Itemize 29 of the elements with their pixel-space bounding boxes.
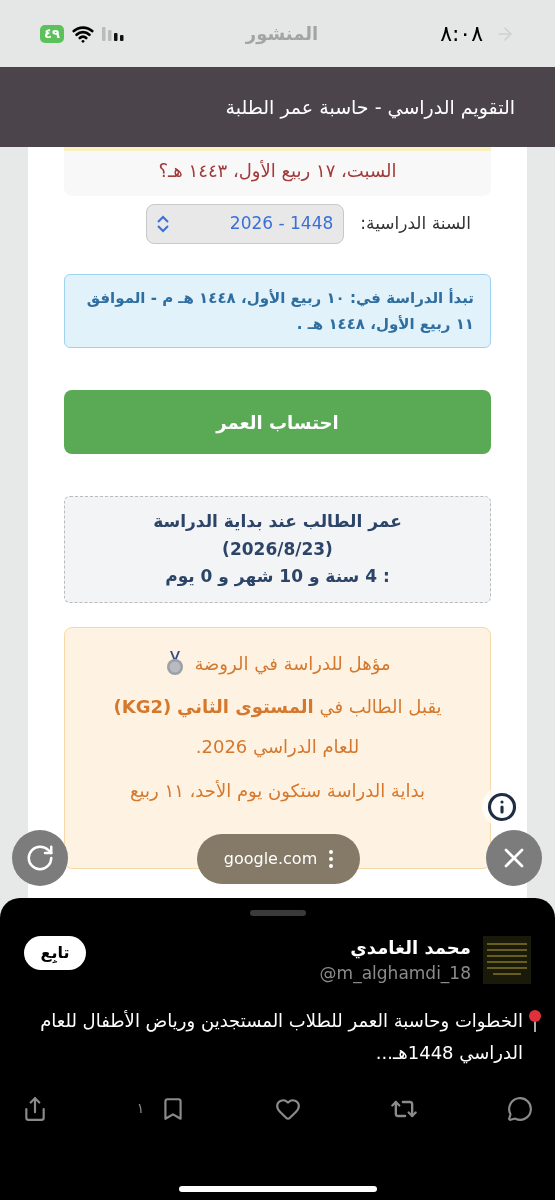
result-age: : 4 سنة و 10 شهر و 0 يوم: [165, 565, 390, 589]
follow-button[interactable]: تابِع: [24, 936, 86, 970]
bookmark-count: ١: [136, 1099, 145, 1118]
pin-icon: [527, 1008, 543, 1033]
share-icon[interactable]: [22, 1095, 48, 1122]
post-text: الخطوات وحاسبة العمر للطلاب المستجدين ورياض الأطفال للعام الدراسي 1448هـ...: [39, 1008, 523, 1066]
sheet-handle[interactable]: [249, 910, 306, 916]
year-select[interactable]: 2026 - 1448: [146, 204, 345, 244]
author-handle[interactable]: @m_alghamdi_18: [319, 961, 471, 987]
result-title: عمر الطالب عند بداية الدراسة: [153, 510, 402, 534]
author-name[interactable]: محمد الغامدي: [319, 934, 471, 961]
reload-button[interactable]: [12, 830, 68, 886]
chevron-updown-icon: [157, 215, 170, 233]
result-date: (2026/8/23): [222, 537, 333, 561]
battery-indicator: ٤٩: [40, 24, 64, 43]
reload-icon: [25, 843, 55, 873]
eligibility-start: بداية الدراسة ستكون يوم الأحد، ١١ ربيع: [130, 778, 425, 804]
year-label: السنة الدراسية:: [360, 212, 471, 236]
reply-icon[interactable]: [506, 1095, 533, 1122]
signal-icon: [101, 26, 124, 41]
url-pill[interactable]: google.com: [197, 834, 360, 884]
more-icon: [329, 850, 334, 868]
date-question: السبت، ١٧ ربيع الأول، ١٤٤٣ هـ؟: [158, 159, 397, 184]
screen-title: المنشور: [245, 22, 319, 47]
start-info: تبدأ الدراسة في: ١٠ ربيع الأول، ١٤٤٨ هـ م - الموافق ١١ ربيع الأول، ١٤٤٨ هـ .: [85, 287, 474, 335]
clock: ٨:٠٨: [440, 20, 483, 48]
eligibility-heading: مؤهل للدراسة في الروضة: [194, 651, 391, 677]
page-title: التقويم الدراسي - حاسبة عمر الطلبة: [225, 94, 515, 121]
info-icon: [487, 792, 517, 822]
